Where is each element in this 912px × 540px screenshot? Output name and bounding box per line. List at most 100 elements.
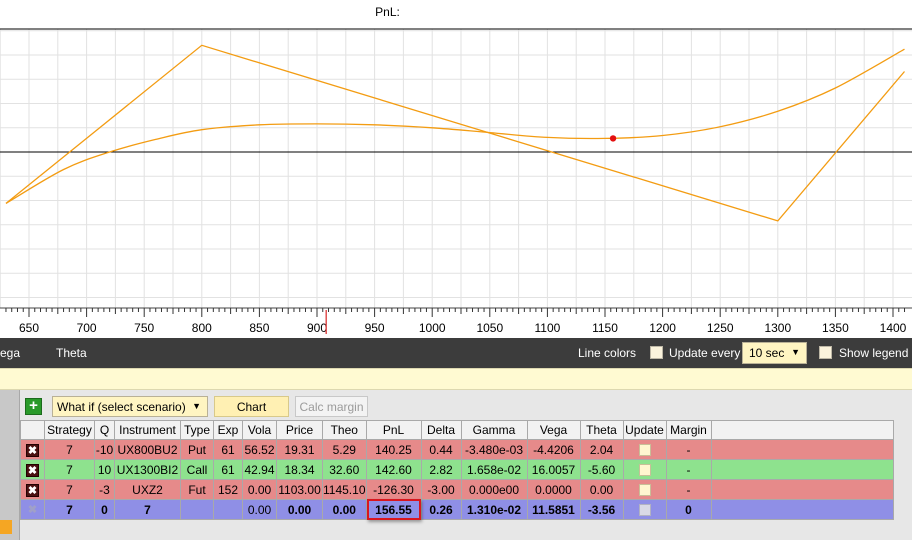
gamma-cell: 1.658e-02 [460,459,528,480]
vola-total-cell: 0.00 [242,499,277,520]
quantity-cell[interactable]: -10 [94,439,115,460]
update-every-checkbox[interactable] [650,346,663,359]
price-cell[interactable]: 1103.00 [276,479,323,500]
gamma-total-cell: 1.310e-02 [460,499,528,520]
quantity-cell[interactable]: -3 [94,479,115,500]
row-filler [710,499,894,520]
strategy-panel: + What if (select scenario) ▼ Chart Calc… [20,390,912,540]
pnl-total-cell: 156.55 [365,499,422,520]
update-checkbox[interactable] [638,464,651,477]
column-header [20,420,45,440]
column-header[interactable]: Type [180,420,214,440]
vega-cell: 16.0057 [526,459,581,480]
column-header[interactable]: Instrument [114,420,181,440]
column-header[interactable]: Gamma [460,420,528,440]
strategy-legs-table: Strategy Q Instrument Type Exp Vola Pric… [20,420,894,520]
theta-legend-label[interactable]: Theta [56,346,87,360]
column-header[interactable]: Vola [242,420,277,440]
strategy-cell[interactable]: 7 [44,459,95,480]
strategy-cell[interactable]: 7 [44,439,95,460]
pnl-chart-plot[interactable]: 650 700 750 800 850 900 950 1000 1050 1100 1150 120… [0,0,912,338]
show-legend-checkbox[interactable] [819,346,832,359]
update-cell[interactable] [622,459,667,480]
update-interval-value: 10 sec [749,346,785,360]
chart-button[interactable]: Chart [214,396,289,417]
delta-cell: -3.00 [420,479,462,500]
margin-cell: - [665,479,712,500]
row-filler [710,439,894,460]
table-row[interactable]: ✖ 7 10 UX1300BI2 Call 61 42.94 18.34 32.… [20,459,894,480]
instrument-cell[interactable]: UXZ2 [114,479,181,500]
column-header[interactable]: Strategy [44,420,95,440]
theta-cell: 0.00 [579,479,624,500]
show-legend-label: Show legend [839,346,909,360]
column-header[interactable]: Update [622,420,667,440]
scenario-select[interactable]: What if (select scenario) ▼ [52,396,208,417]
update-cell[interactable] [622,439,667,460]
gutter-indicator [0,520,12,534]
theoretical-pnl-curve [5,48,905,204]
column-header[interactable]: PnL [365,420,422,440]
vega-cell: 0.0000 [526,479,581,500]
price-cell[interactable]: 19.31 [276,439,323,460]
column-header[interactable]: Margin [665,420,712,440]
gamma-cell: 0.000e00 [460,479,528,500]
x-axis-tick-label: 1400 [880,321,907,335]
instrument-cell[interactable]: UX800BU2 [114,439,181,460]
theta-cell: -5.60 [579,459,624,480]
scenario-select-value: What if (select scenario) [57,400,186,414]
type-total-cell [180,499,214,520]
column-header[interactable]: Theta [579,420,624,440]
plus-icon: + [29,397,38,414]
pnl-chart[interactable]: 650 700 750 800 850 900 950 1000 1050 1100 1150 120… [0,0,912,338]
info-strip [0,368,912,390]
x-axis-tick-label: 750 [134,321,154,335]
table-row[interactable]: ✖ 7 -10 UX800BU2 Put 61 56.52 19.31 5.29… [20,439,894,460]
column-header[interactable]: Delta [420,420,462,440]
quantity-cell[interactable]: 10 [94,459,115,480]
x-axis-tick-label: 1300 [764,321,791,335]
exp-cell: 61 [213,459,243,480]
update-checkbox[interactable] [638,484,651,497]
vola-cell[interactable]: 56.52 [242,439,277,460]
column-header[interactable]: Exp [213,420,243,440]
delete-icon: ✖ [27,504,38,516]
delete-leg-button[interactable]: ✖ [20,479,45,500]
margin-cell: - [665,459,712,480]
x-axis-tick-label: 700 [77,321,97,335]
update-cell[interactable] [622,479,667,500]
delete-icon: ✖ [26,463,39,477]
theo-total-cell: 0.00 [322,499,367,520]
x-axis-tick-label: 1000 [419,321,446,335]
pnl-cell: 142.60 [365,459,422,480]
delete-leg-button[interactable]: ✖ [20,439,45,460]
x-axis-tick-label: 1350 [822,321,849,335]
current-pnl-point [609,135,617,142]
price-cell[interactable]: 18.34 [276,459,323,480]
update-checkbox[interactable] [638,444,651,457]
line-colors-label[interactable]: Line colors [578,346,636,360]
row-filler [710,459,894,480]
column-header[interactable]: Vega [526,420,581,440]
vola-cell[interactable]: 0.00 [242,479,277,500]
chevron-down-icon: ▼ [192,401,201,411]
left-gutter [0,390,20,540]
instrument-cell[interactable]: UX1300BI2 [114,459,181,480]
vega-legend-label[interactable]: ega [0,346,20,360]
calc-margin-button: Calc margin [295,396,368,417]
column-header[interactable]: Price [276,420,323,440]
delete-leg-button[interactable]: ✖ [20,459,45,480]
x-axis-tick-label: 900 [307,321,327,335]
update-interval-select[interactable]: 10 sec ▼ [742,342,807,364]
column-header[interactable]: Theo [322,420,367,440]
delete-icon: ✖ [26,443,39,457]
type-cell: Put [180,439,214,460]
chart-title: PnL: [375,5,400,19]
column-header[interactable]: Q [94,420,115,440]
add-leg-button[interactable]: + [25,398,42,415]
table-row[interactable]: ✖ 7 -3 UXZ2 Fut 152 0.00 1103.00 1145.10… [20,479,894,500]
strategy-cell[interactable]: 7 [44,479,95,500]
pnl-cell: -126.30 [365,479,422,500]
update-checkbox-disabled [638,504,651,517]
vola-cell[interactable]: 42.94 [242,459,277,480]
